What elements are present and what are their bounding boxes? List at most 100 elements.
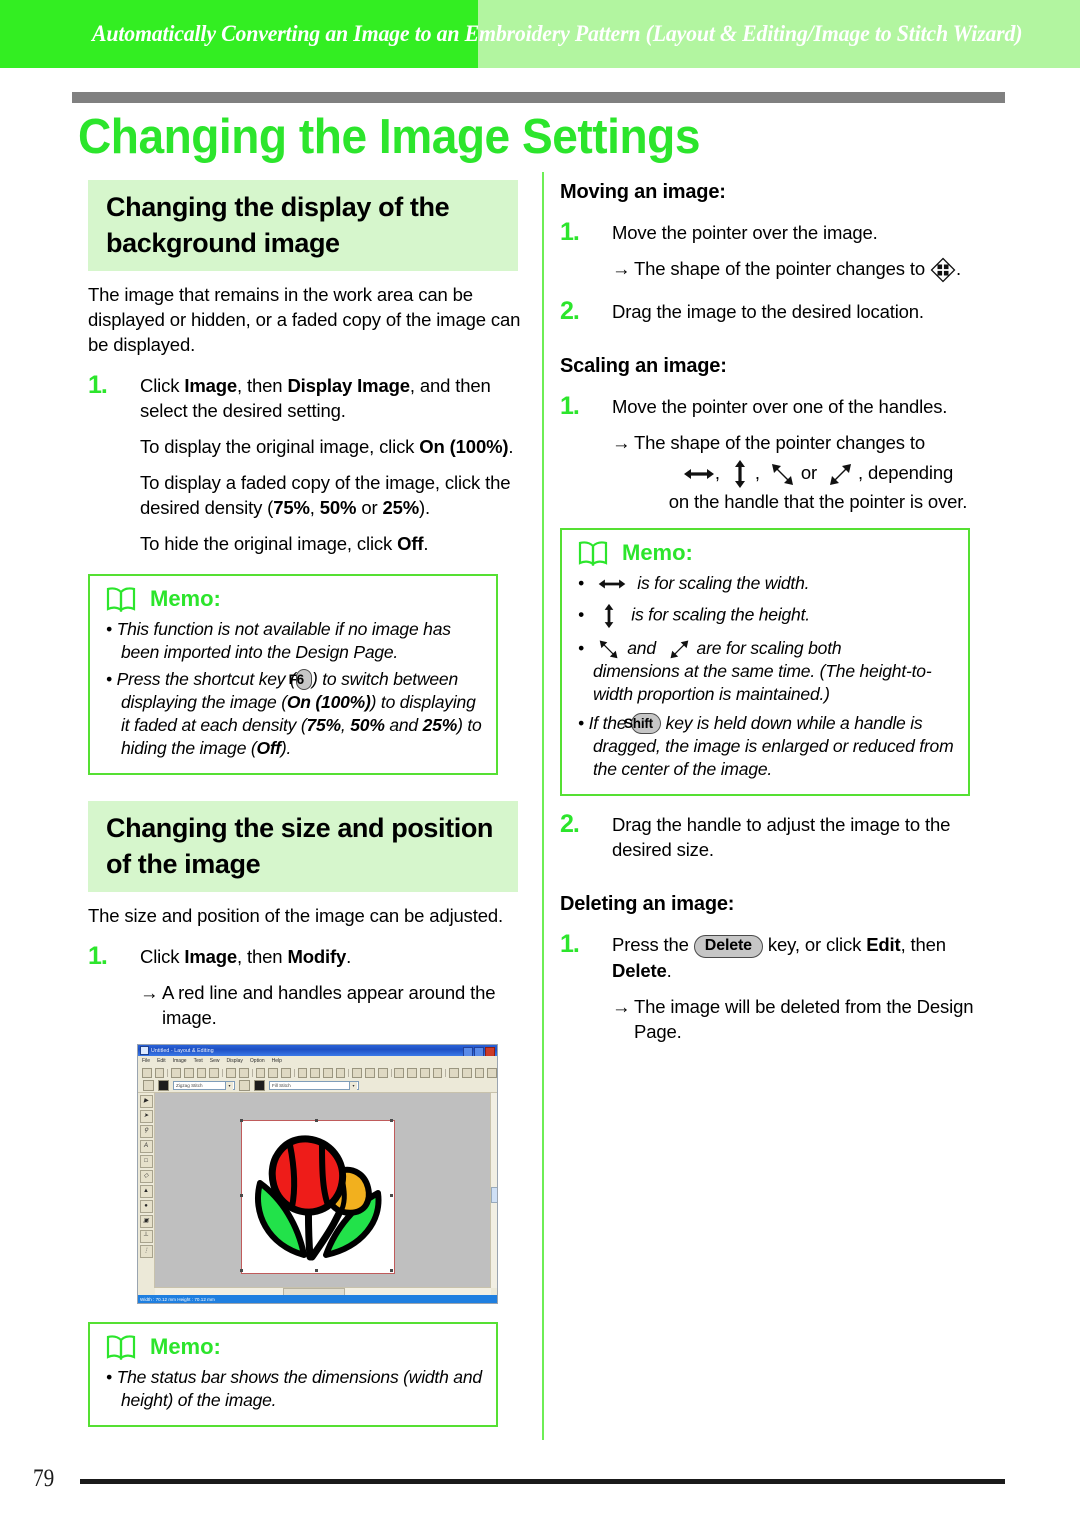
- toolbar-button[interactable]: [184, 1067, 194, 1078]
- line-stitch-combo[interactable]: Zigzag Stitch ▾: [173, 1081, 235, 1090]
- resize-handle-ne[interactable]: [390, 1119, 393, 1122]
- toolbar-button[interactable]: [226, 1067, 236, 1078]
- menu-option[interactable]: Option: [250, 1058, 265, 1064]
- del-d: , then: [900, 934, 947, 956]
- p2-e: or: [356, 497, 383, 518]
- chevron-down-icon[interactable]: ▾: [349, 1081, 357, 1090]
- resize-handle-nw[interactable]: [240, 1119, 243, 1122]
- toolbar-separator: [445, 1068, 447, 1077]
- region-stitch-combo[interactable]: Fill Stitch ▾: [269, 1081, 359, 1090]
- toolbar-button[interactable]: [154, 1067, 165, 1078]
- toolbar-button[interactable]: [377, 1067, 388, 1078]
- region-toggle-icon[interactable]: [239, 1080, 250, 1091]
- resize-nwse-cursor-icon: [599, 641, 618, 659]
- select-tool-icon[interactable]: ▶: [139, 1095, 153, 1108]
- resize-handle-e[interactable]: [390, 1194, 393, 1197]
- toolbar-button[interactable]: [352, 1067, 363, 1078]
- manual-punch-tool-icon[interactable]: ▲: [139, 1185, 153, 1198]
- design-page-selection[interactable]: [240, 1119, 395, 1274]
- toolbar-button[interactable]: [474, 1067, 485, 1078]
- toolbar-button[interactable]: [432, 1067, 443, 1078]
- maximize-icon[interactable]: [474, 1046, 484, 1057]
- menu-display[interactable]: Display: [227, 1058, 243, 1064]
- chevron-down-icon[interactable]: ▾: [225, 1081, 233, 1090]
- menu-edit: Edit: [866, 934, 901, 956]
- book-icon: [106, 587, 136, 612]
- resize-handle-n[interactable]: [315, 1119, 318, 1122]
- toolbar-button[interactable]: [487, 1067, 497, 1078]
- p1-a: To display the original image, click: [140, 436, 420, 457]
- resize-vertical-cursor-icon: [734, 460, 745, 489]
- toolbar-button[interactable]: [196, 1067, 207, 1078]
- toolbar-button[interactable]: [255, 1067, 266, 1078]
- menu-edit[interactable]: Edit: [157, 1058, 166, 1064]
- region-color-swatch[interactable]: [254, 1080, 265, 1091]
- step-number: 1.: [560, 218, 580, 246]
- text-tool-icon[interactable]: A: [139, 1140, 153, 1153]
- moving-step-2: 2. Drag the image to the desired locatio…: [560, 299, 1002, 324]
- close-icon[interactable]: [485, 1046, 495, 1057]
- menu-help[interactable]: Help: [272, 1058, 282, 1064]
- toolbar-button[interactable]: [297, 1067, 308, 1078]
- toolbar-button[interactable]: [365, 1067, 375, 1078]
- result-line1: The shape of the pointer changes to: [634, 432, 925, 454]
- scaling-step-2: 2. Drag the handle to adjust the image t…: [560, 812, 1002, 862]
- menu-image[interactable]: Image: [173, 1058, 187, 1064]
- scrollbar-thumb[interactable]: [491, 1186, 497, 1203]
- toolbar-button[interactable]: [171, 1067, 182, 1078]
- sew-toggle-icon[interactable]: [143, 1080, 154, 1091]
- toolbar-button[interactable]: [238, 1067, 249, 1078]
- step1-line1: Click Image, then Display Image, and the…: [140, 373, 530, 423]
- memo-list: • This function is not available if no i…: [106, 618, 482, 760]
- screenshot-titlebar: Untitled - Layout & Editing: [138, 1045, 497, 1057]
- toolbar-button[interactable]: [209, 1067, 220, 1078]
- resize-handle-s[interactable]: [315, 1269, 318, 1272]
- screenshot-attribute-bar: Zigzag Stitch ▾ Fill Stitch ▾: [138, 1079, 497, 1093]
- toolbar-button[interactable]: [310, 1067, 321, 1078]
- toolbar-button[interactable]: [419, 1067, 430, 1078]
- toolbar-button[interactable]: [407, 1067, 417, 1078]
- book-icon: [578, 541, 608, 567]
- minimize-icon[interactable]: [463, 1046, 473, 1057]
- resize-handle-sw[interactable]: [240, 1269, 243, 1272]
- page-title: Changing the Image Settings: [78, 110, 700, 164]
- menu-file[interactable]: File: [142, 1058, 150, 1064]
- fill-tool-icon[interactable]: ●: [139, 1200, 153, 1213]
- horizontal-scrollbar[interactable]: [155, 1287, 491, 1297]
- p3-a: To hide the original image, click: [140, 533, 398, 554]
- toolbar-button[interactable]: [142, 1067, 152, 1078]
- memo-header: Memo:: [106, 1334, 482, 1360]
- toolbar-button[interactable]: [449, 1067, 459, 1078]
- resize-handle-se[interactable]: [390, 1269, 393, 1272]
- rectangle-tool-icon[interactable]: □: [139, 1155, 153, 1168]
- step-number: 1.: [88, 371, 108, 399]
- memo-bullet-text: This function is not available if no ima…: [116, 619, 451, 662]
- step-number: 1.: [88, 942, 108, 970]
- menu-sew[interactable]: Sew: [210, 1058, 220, 1064]
- resize-horizontal-cursor-icon: [598, 580, 626, 589]
- step-number: 1.: [560, 930, 580, 959]
- toolbar-button[interactable]: [461, 1067, 472, 1078]
- resize-handle-w[interactable]: [240, 1194, 243, 1197]
- point-edit-tool-icon[interactable]: ➤: [139, 1110, 153, 1123]
- menu-image: Image: [184, 375, 238, 396]
- memo-b2-text: is for scaling the height.: [631, 604, 810, 625]
- screenshot-canvas[interactable]: [155, 1093, 491, 1288]
- line-color-swatch[interactable]: [158, 1080, 169, 1091]
- extra-tool-icon[interactable]: ⋮: [139, 1245, 153, 1258]
- template-tool-icon[interactable]: ▣: [139, 1215, 153, 1228]
- measure-tool-icon[interactable]: ┴: [139, 1230, 153, 1243]
- toolbar-button[interactable]: [323, 1067, 333, 1078]
- toolbar-button[interactable]: [394, 1067, 405, 1078]
- moving-step1-text: Move the pointer over the image.: [612, 222, 878, 243]
- vertical-scrollbar[interactable]: [490, 1093, 497, 1288]
- toolbar-button[interactable]: [268, 1067, 278, 1078]
- menu-modify: Modify: [287, 946, 347, 967]
- zoom-tool-icon[interactable]: ⚲: [139, 1125, 153, 1138]
- toolbar-separator: [348, 1068, 350, 1077]
- outline-tool-icon[interactable]: ◇: [139, 1170, 153, 1183]
- menu-text[interactable]: Text: [194, 1058, 203, 1064]
- toolbar-button[interactable]: [335, 1067, 346, 1078]
- toolbar-button[interactable]: [280, 1067, 291, 1078]
- subheading-scaling-an-image: Scaling an image:: [560, 355, 727, 378]
